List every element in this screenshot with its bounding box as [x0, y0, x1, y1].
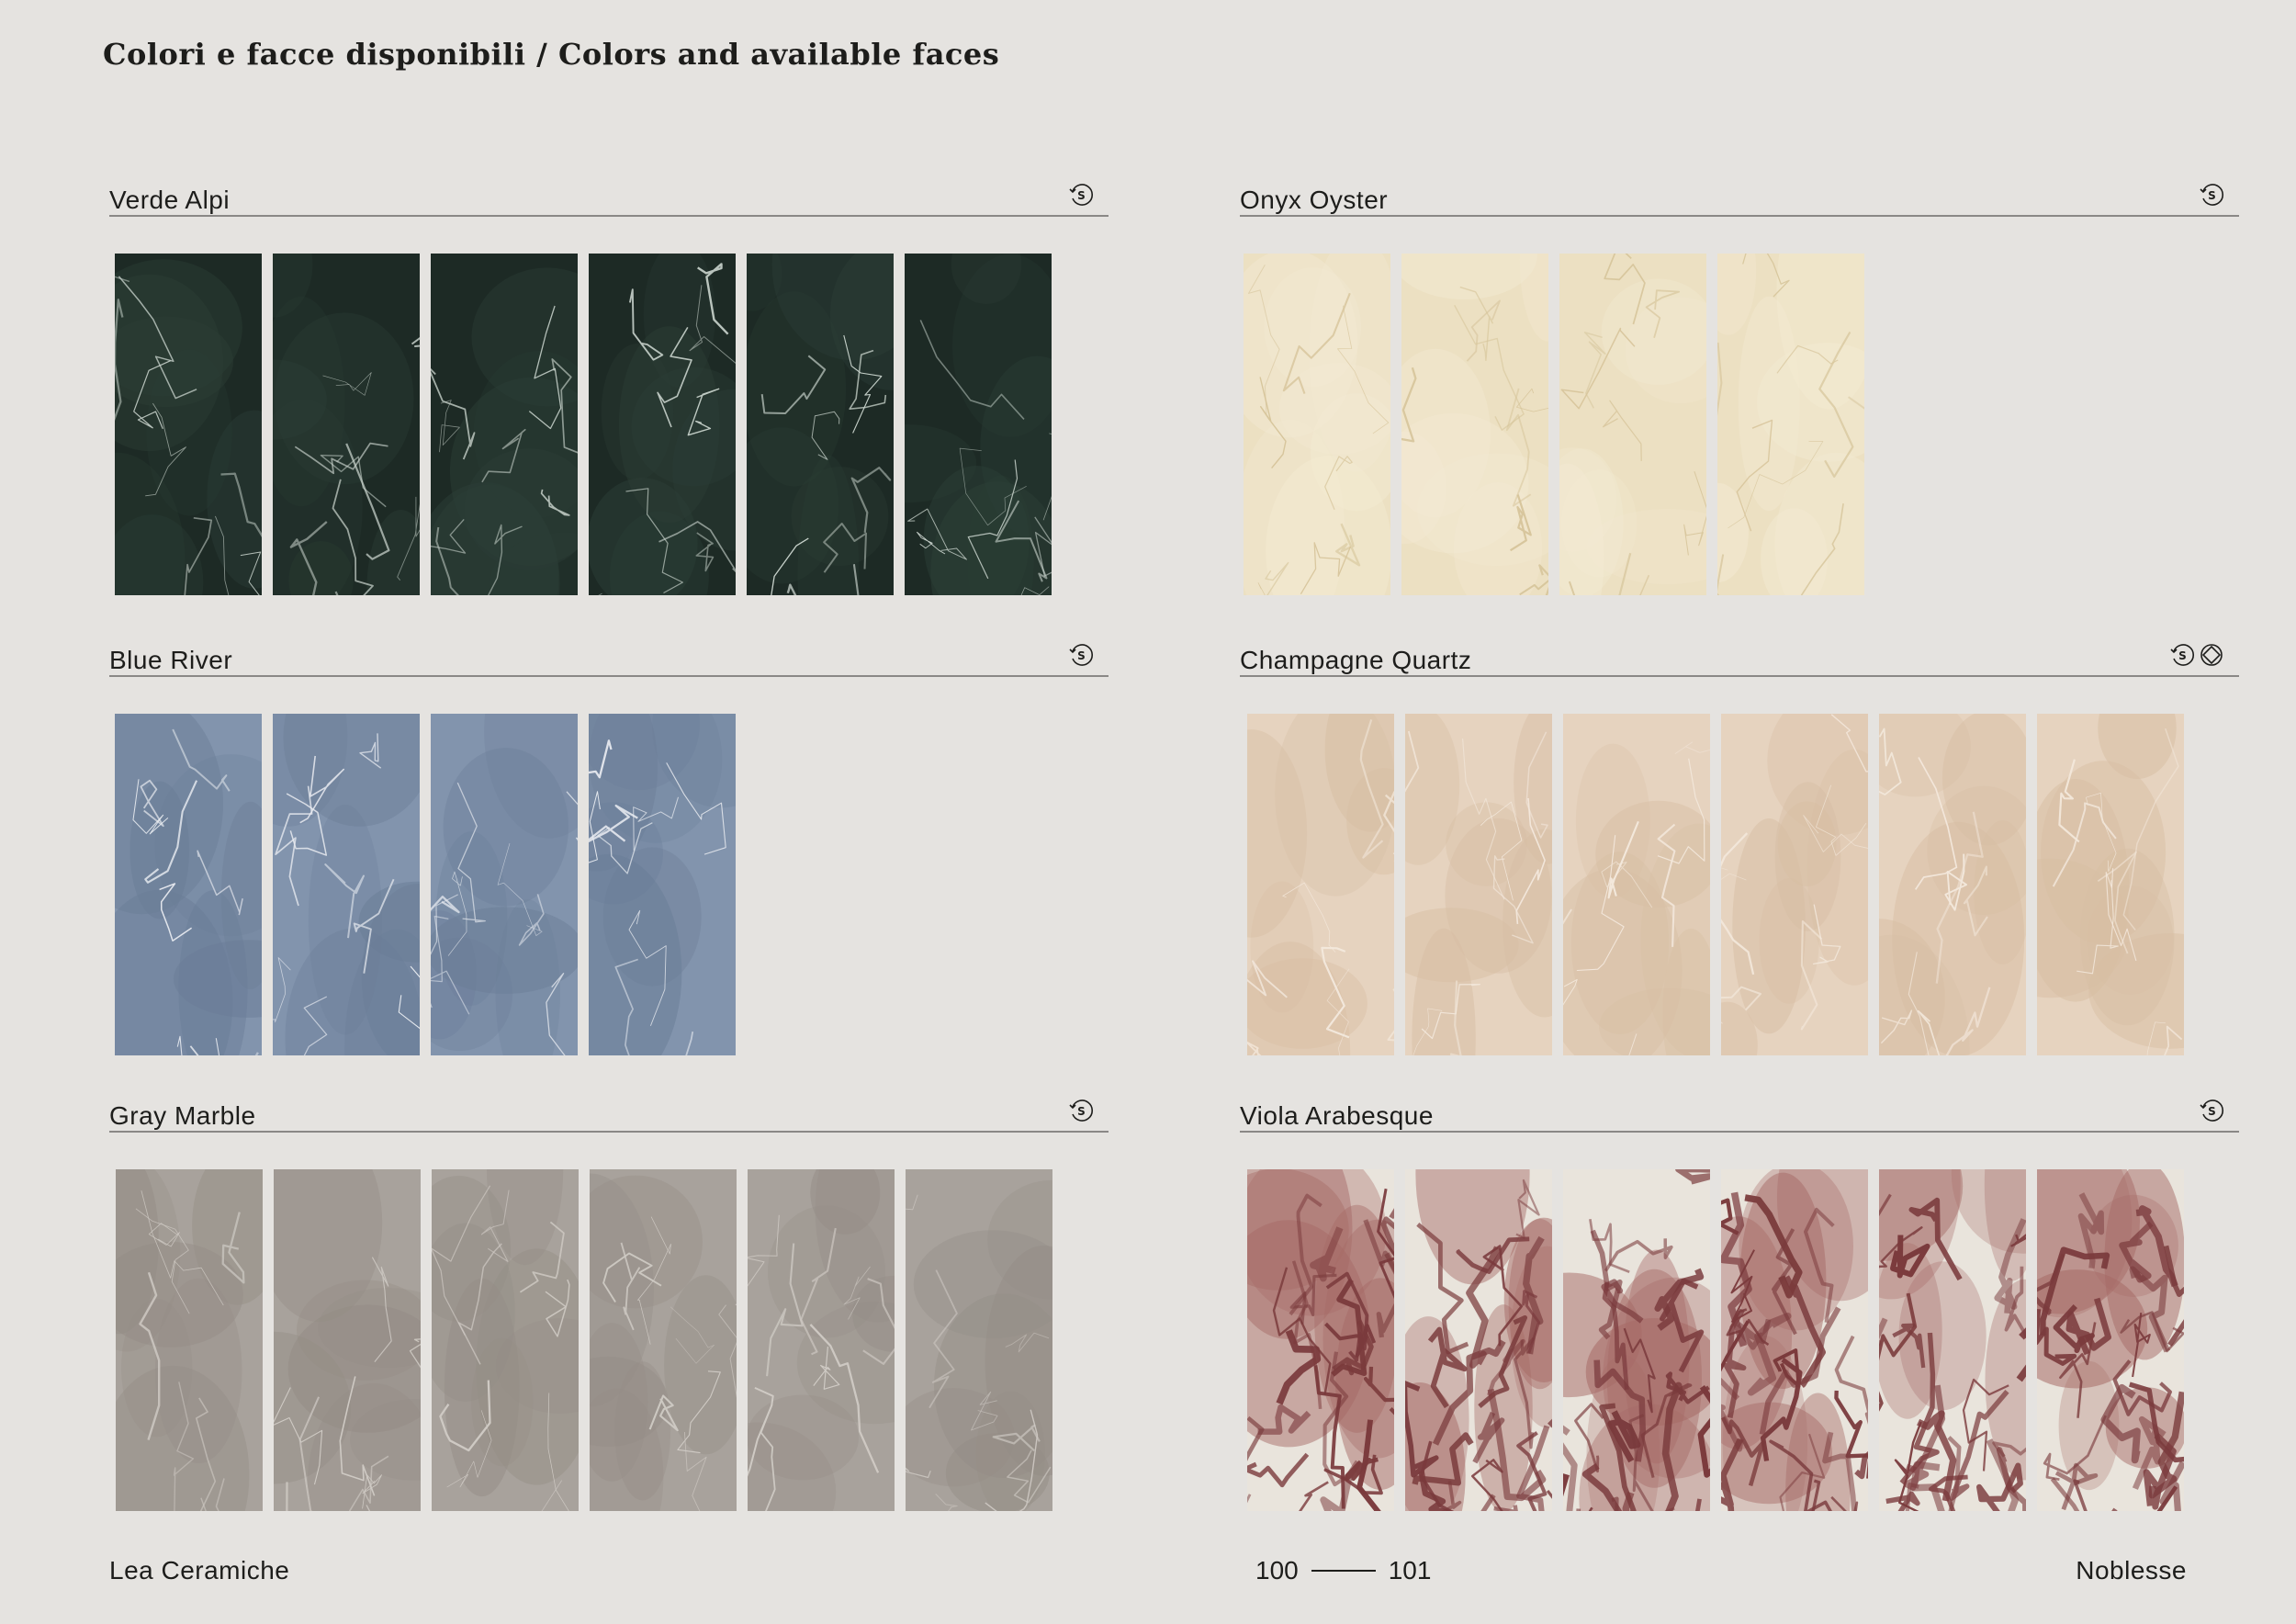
face-swatch	[431, 254, 578, 595]
section-header: Blue River S	[109, 622, 1109, 677]
faces-s-icon: S	[2200, 1100, 2223, 1122]
face-swatch	[589, 714, 736, 1055]
svg-text:S: S	[1077, 649, 1086, 662]
face-swatch	[2037, 714, 2184, 1055]
face-swatch	[115, 714, 262, 1055]
face-swatch	[1563, 1169, 1710, 1511]
swatch-row	[1247, 714, 2184, 1055]
section-title: Gray Marble	[109, 1101, 256, 1130]
section-header: Gray Marble S	[109, 1077, 1109, 1133]
swatch-row	[1244, 254, 1864, 595]
section-title: Viola Arabesque	[1240, 1101, 1434, 1130]
face-swatch	[1405, 714, 1552, 1055]
svg-text:S: S	[2178, 649, 2187, 662]
section-viola-arabesque: Viola Arabesque S	[1240, 1077, 2239, 1511]
face-swatch	[432, 1169, 579, 1511]
face-icons: S	[2199, 1098, 2224, 1123]
face-icons: S	[2199, 182, 2224, 208]
faces-s-icon: S	[1069, 184, 1093, 206]
face-icons: S	[1068, 1098, 1094, 1123]
face-swatch	[1401, 254, 1548, 595]
footer-brand: Lea Ceramiche	[109, 1556, 290, 1585]
face-swatch	[273, 254, 420, 595]
svg-text:S: S	[1077, 189, 1086, 202]
face-swatch	[274, 1169, 421, 1511]
face-swatch	[1247, 714, 1394, 1055]
section-onyx-oyster: Onyx Oyster S	[1240, 162, 2239, 595]
section-header: Onyx Oyster S	[1240, 162, 2239, 217]
face-swatch	[2037, 1169, 2184, 1511]
faces-s-icon: S	[2170, 644, 2194, 666]
face-swatch	[1247, 1169, 1394, 1511]
face-swatch	[1721, 714, 1868, 1055]
swatch-row	[116, 1169, 1052, 1511]
face-swatch	[273, 714, 420, 1055]
face-swatch	[1405, 1169, 1552, 1511]
face-swatch	[590, 1169, 737, 1511]
face-swatch	[115, 254, 262, 595]
section-champagne-quartz: Champagne Quartz S	[1240, 622, 2239, 1055]
face-swatch	[906, 1169, 1052, 1511]
section-gray-marble: Gray Marble S	[109, 1077, 1109, 1511]
section-header: Viola Arabesque S	[1240, 1077, 2239, 1133]
face-swatch	[1559, 254, 1706, 595]
face-swatch	[1721, 1169, 1868, 1511]
face-swatch	[431, 714, 578, 1055]
face-swatch	[1879, 1169, 2026, 1511]
section-header: Verde Alpi S	[109, 162, 1109, 217]
face-swatch	[589, 254, 736, 595]
section-verde-alpi: Verde Alpi S	[109, 162, 1109, 595]
face-icons: S	[1068, 642, 1094, 668]
face-swatch	[1244, 254, 1390, 595]
bookmatch-icon	[2200, 644, 2223, 666]
face-icons: S	[1068, 182, 1094, 208]
face-swatch	[748, 1169, 895, 1511]
faces-s-icon: S	[2200, 184, 2223, 206]
face-swatch	[116, 1169, 263, 1511]
face-swatch	[905, 254, 1052, 595]
faces-s-icon: S	[1069, 1100, 1093, 1122]
footer-collection: Noblesse	[2076, 1556, 2187, 1585]
page-number-right: 101	[1388, 1556, 1432, 1585]
swatch-row	[1247, 1169, 2184, 1511]
face-swatch	[747, 254, 894, 595]
face-swatch	[1879, 714, 2026, 1055]
page-title: Colori e facce disponibili / Colors and …	[103, 37, 1000, 72]
section-title: Verde Alpi	[109, 186, 231, 214]
section-title: Blue River	[109, 646, 233, 674]
face-icons: S	[2169, 642, 2224, 668]
section-title: Champagne Quartz	[1240, 646, 1472, 674]
face-swatch	[1563, 714, 1710, 1055]
svg-text:S: S	[1077, 1105, 1086, 1118]
page-number-left: 100	[1255, 1556, 1299, 1585]
swatch-row	[115, 254, 1052, 595]
face-swatch	[1717, 254, 1864, 595]
section-title: Onyx Oyster	[1240, 186, 1389, 214]
svg-text:S: S	[2208, 189, 2216, 202]
svg-text:S: S	[2208, 1105, 2216, 1118]
swatch-row	[115, 714, 736, 1055]
faces-s-icon: S	[1069, 644, 1093, 666]
page-divider	[1311, 1570, 1376, 1572]
section-header: Champagne Quartz S	[1240, 622, 2239, 677]
page-numbers: 100 101	[1255, 1556, 1431, 1585]
section-blue-river: Blue River S	[109, 622, 1109, 1055]
